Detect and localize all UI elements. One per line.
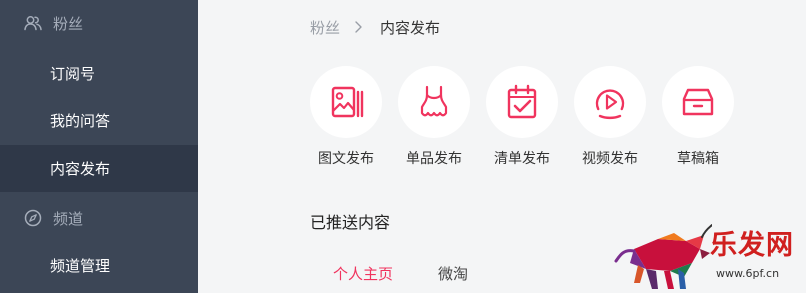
sidebar-section-channel[interactable]: 频道 bbox=[0, 195, 198, 241]
product-publish-button[interactable]: 单品发布 bbox=[398, 66, 470, 174]
drafts-box-icon bbox=[682, 88, 714, 116]
sidebar-item-channel-manage[interactable]: 频道管理 bbox=[0, 242, 198, 288]
product-dress-icon bbox=[420, 85, 448, 117]
product-publish-circle bbox=[398, 66, 470, 138]
bull-logo-icon bbox=[614, 224, 712, 289]
product-publish-label: 单品发布 bbox=[406, 151, 462, 167]
video-publish-button[interactable]: 视频发布 bbox=[574, 66, 646, 174]
tab-weitao[interactable]: 微淘 bbox=[438, 263, 468, 284]
sidebar-item-subscription-label: 订阅号 bbox=[50, 64, 96, 83]
image-text-publish-circle bbox=[310, 66, 382, 138]
sidebar-item-subscription[interactable]: 订阅号 bbox=[0, 50, 198, 96]
drafts-button[interactable]: 草稿箱 bbox=[662, 66, 734, 174]
sidebar-item-content-publish-label: 内容发布 bbox=[50, 160, 111, 178]
image-text-publish-label: 图文发布 bbox=[318, 151, 374, 167]
sidebar-item-my-qa-label: 我的问答 bbox=[50, 111, 111, 130]
sidebar-item-my-qa[interactable]: 我的问答 bbox=[0, 97, 198, 143]
checklist-publish-button[interactable]: 清单发布 bbox=[486, 66, 558, 174]
breadcrumb: 粉丝 内容发布 bbox=[310, 16, 440, 38]
tab-personal-homepage[interactable]: 个人主页 bbox=[333, 263, 393, 284]
checklist-icon bbox=[507, 84, 537, 119]
pushed-content-title: 已推送内容 bbox=[310, 213, 391, 232]
sidebar-section-fans-label: 粉丝 bbox=[53, 14, 84, 33]
sidebar-section-fans[interactable]: 粉丝 bbox=[0, 0, 198, 46]
users-icon bbox=[24, 16, 42, 31]
image-text-publish-button[interactable]: 图文发布 bbox=[310, 66, 382, 174]
watermark-url: www.6pf.cn bbox=[716, 267, 780, 280]
checklist-publish-label: 清单发布 bbox=[494, 151, 550, 167]
watermark-text: 乐发网 bbox=[710, 230, 794, 261]
breadcrumb-parent[interactable]: 粉丝 bbox=[310, 17, 340, 38]
site-watermark: 乐发网 www.6pf.cn bbox=[612, 219, 806, 293]
sidebar-section-channel-label: 频道 bbox=[53, 209, 84, 228]
breadcrumb-current: 内容发布 bbox=[380, 18, 441, 37]
chevron-right-icon bbox=[355, 21, 362, 33]
drafts-label: 草稿箱 bbox=[677, 151, 719, 167]
video-publish-circle bbox=[574, 66, 646, 138]
sidebar-item-content-publish[interactable]: 内容发布 bbox=[0, 145, 198, 192]
compass-icon bbox=[24, 209, 42, 227]
drafts-circle bbox=[662, 66, 734, 138]
checklist-publish-circle bbox=[486, 66, 558, 138]
video-publish-label: 视频发布 bbox=[582, 151, 638, 167]
image-text-icon bbox=[331, 86, 364, 118]
app-window: 粉丝 订阅号 我的问答 内容发布 频道 频道管理 粉丝 内容发布 图文发布 单品… bbox=[0, 0, 806, 293]
sidebar-item-channel-manage-label: 频道管理 bbox=[50, 256, 111, 275]
sidebar: 粉丝 订阅号 我的问答 内容发布 频道 频道管理 bbox=[0, 0, 198, 293]
video-play-icon bbox=[595, 89, 625, 120]
